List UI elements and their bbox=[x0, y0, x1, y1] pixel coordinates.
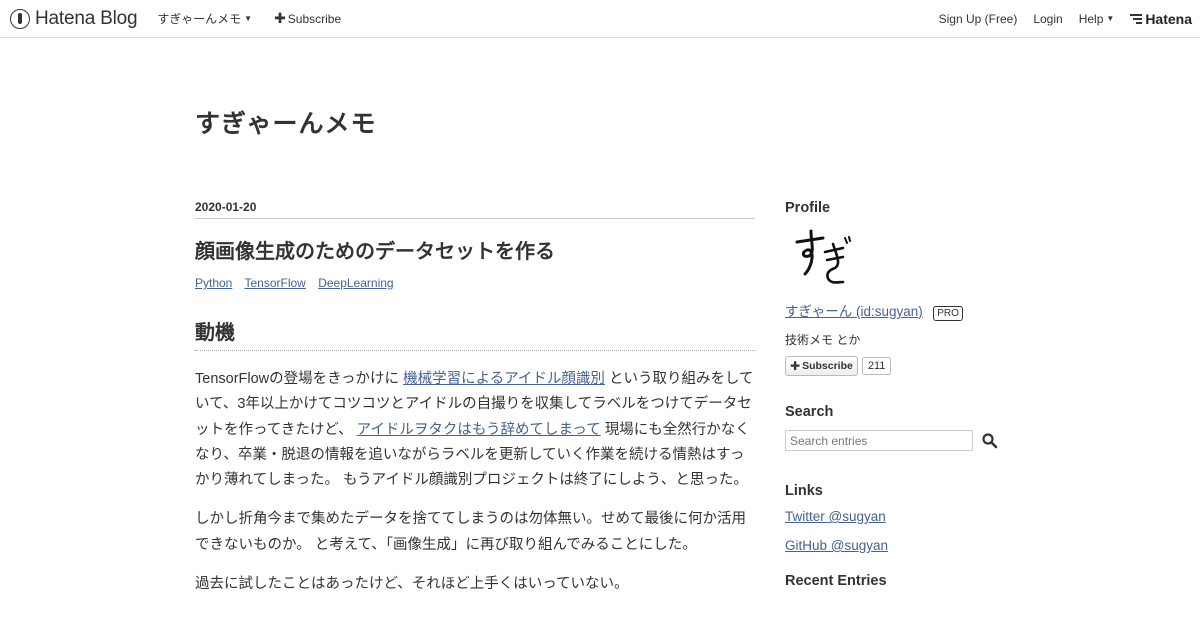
category-link[interactable]: TensorFlow bbox=[244, 276, 305, 290]
signup-link[interactable]: Sign Up (Free) bbox=[939, 12, 1018, 26]
github-link[interactable]: GitHub @sugyan bbox=[785, 538, 1005, 553]
entry-date[interactable]: 2020-01-20 bbox=[195, 200, 755, 219]
login-link[interactable]: Login bbox=[1033, 12, 1062, 26]
plus-icon: ✚ bbox=[790, 359, 801, 373]
links-heading: Links bbox=[785, 483, 823, 499]
sidebar-subscribe-label: Subscribe bbox=[802, 360, 853, 372]
signup-label: Sign Up (Free) bbox=[938, 11, 1018, 26]
hatena-blog-icon bbox=[10, 8, 30, 29]
caret-down-icon: ▼ bbox=[244, 14, 253, 23]
search-icon[interactable] bbox=[981, 432, 999, 450]
hatena-blog-logo[interactable]: Hatena Blog bbox=[10, 7, 138, 30]
blog-menu-dropdown[interactable]: すぎゃーんメモ ▼ bbox=[157, 10, 252, 27]
header-subscribe-button[interactable]: ✚ Subscribe bbox=[274, 10, 341, 27]
avatar[interactable] bbox=[789, 226, 851, 288]
global-header: Hatena Blog すぎゃーんメモ ▼ ✚ Subscribe Sign U… bbox=[0, 0, 1200, 38]
paragraph-text: TensorFlowの登場をきっかけに bbox=[195, 371, 404, 387]
paragraph: TensorFlowの登場をきっかけに 機械学習によるアイドル顔識別 という取り… bbox=[195, 367, 755, 493]
plus-icon: ✚ bbox=[274, 10, 286, 26]
profile-name-row: すぎゃーん (id:sugyan) PRO bbox=[785, 300, 1005, 321]
paragraph: 過去に試したことはあったけど、それほど上手くはいっていない。 bbox=[195, 576, 629, 593]
recent-entries-heading: Recent Entries bbox=[785, 573, 887, 589]
sidebar-subscribe-button[interactable]: ✚ Subscribe bbox=[785, 356, 858, 376]
help-dropdown[interactable]: Help ▼ bbox=[1079, 12, 1115, 26]
subscribe-row: ✚ Subscribe 211 bbox=[785, 356, 1005, 376]
login-label: Login bbox=[1033, 11, 1063, 26]
avatar-image bbox=[795, 229, 851, 284]
links-list: Twitter @sugyan GitHub @sugyan bbox=[785, 509, 1005, 553]
subscriber-count[interactable]: 211 bbox=[861, 357, 892, 375]
category-link[interactable]: DeepLearning bbox=[318, 276, 393, 290]
blog-title[interactable]: すぎゃーんメモ bbox=[195, 104, 377, 140]
header-subscribe-label: Subscribe bbox=[287, 11, 342, 26]
pro-badge[interactable]: PRO bbox=[933, 306, 963, 321]
profile-heading: Profile bbox=[785, 200, 831, 216]
search-form bbox=[785, 430, 1005, 451]
hatena-label: Hatena bbox=[1145, 10, 1192, 27]
help-label: Help bbox=[1078, 11, 1104, 26]
hatena-icon bbox=[1130, 12, 1143, 26]
quit-otaku-link[interactable]: アイドルヲタクはもう辞めてしまって bbox=[357, 422, 601, 438]
search-input[interactable] bbox=[785, 430, 973, 451]
twitter-link[interactable]: Twitter @sugyan bbox=[785, 509, 1005, 524]
profile-description: 技術メモ とか bbox=[785, 333, 861, 347]
profile-name-link[interactable]: すぎゃーん (id:sugyan) bbox=[785, 304, 923, 319]
idol-face-link[interactable]: 機械学習によるアイドル顔識別 bbox=[403, 371, 605, 387]
hatena-logo[interactable]: Hatena bbox=[1130, 11, 1192, 27]
caret-down-icon: ▼ bbox=[1106, 14, 1115, 23]
entry-title[interactable]: 顔画像生成のためのデータセットを作る bbox=[195, 235, 755, 264]
blog-menu-label: すぎゃーんメモ bbox=[157, 12, 242, 26]
article: 2020-01-20 顔画像生成のためのデータセットを作る Python Ten… bbox=[195, 200, 755, 611]
brand-name: Hatena Blog bbox=[35, 7, 138, 29]
paragraph: しかし折角今まで集めたデータを捨ててしまうのは勿体無い。せめて最後に何か活用でき… bbox=[195, 511, 746, 553]
entry-categories: Python TensorFlow DeepLearning bbox=[195, 276, 755, 290]
search-heading: Search bbox=[785, 404, 834, 420]
category-link[interactable]: Python bbox=[195, 276, 232, 290]
sidebar: Profile すぎゃーん (id:sugyan) PRO 技術メモ とか ✚ … bbox=[785, 200, 1005, 599]
section-heading: 動機 bbox=[195, 316, 755, 351]
